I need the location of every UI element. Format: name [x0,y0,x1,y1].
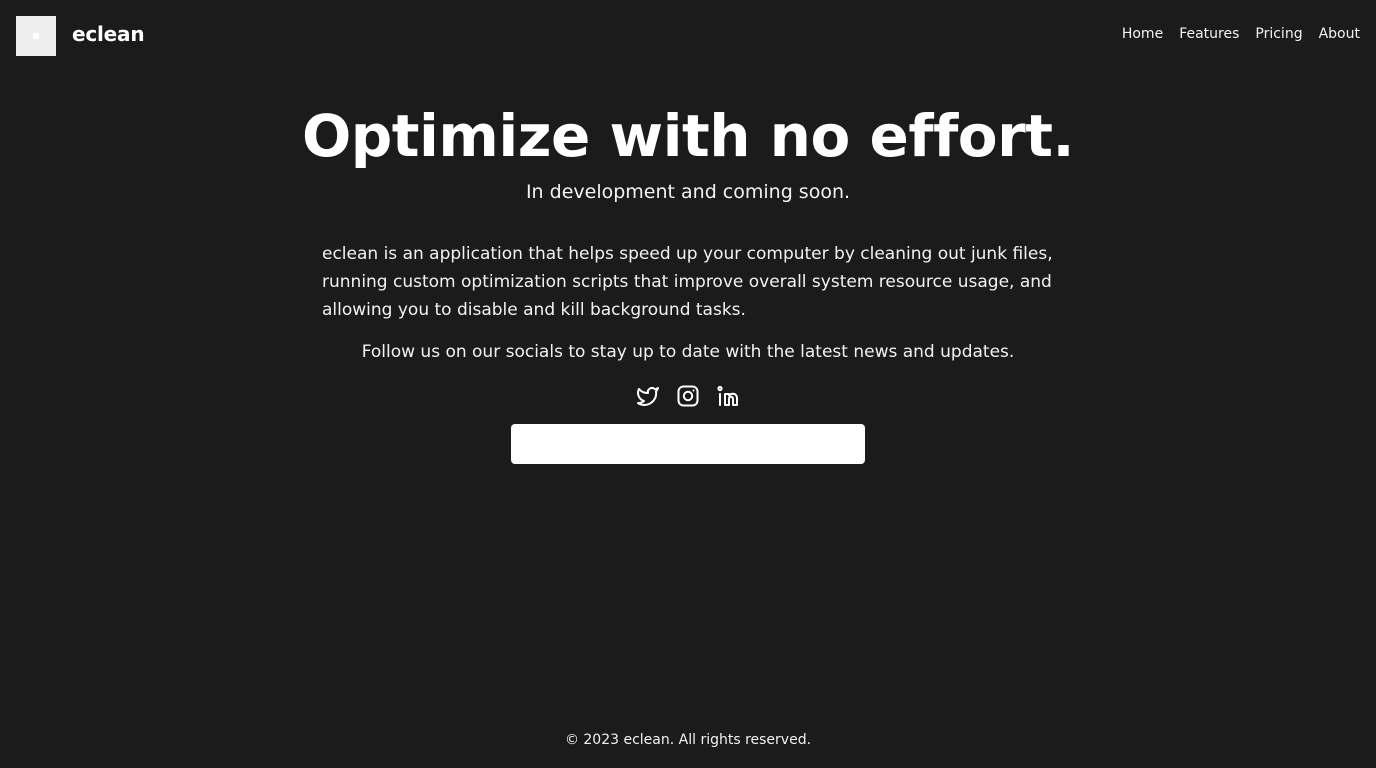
nav-link-about[interactable]: About [1319,26,1360,42]
signup-input[interactable] [511,424,865,464]
hero-subtitle: In development and coming soon. [525,181,851,203]
linkedin-link[interactable] [716,382,740,410]
logo-mark-icon [33,33,39,39]
instagram-link[interactable] [676,382,700,410]
brand-name[interactable]: eclean [72,22,145,46]
instagram-icon [677,385,699,407]
nav-link-pricing[interactable]: Pricing [1255,26,1302,42]
product-description: eclean is an application that helps spee… [322,244,1053,320]
twitter-link[interactable] [636,382,660,410]
linkedin-icon [717,385,738,406]
nav-link-features[interactable]: Features [1179,26,1239,42]
follow-text: Follow us on our socials to stay up to d… [361,342,1015,362]
logo[interactable] [16,16,56,56]
twitter-icon [637,387,659,406]
social-links [0,382,1376,410]
footer-copyright: © 2023 eclean. All rights reserved. [564,732,812,748]
page: eclean Home Features Pricing About Optim… [0,0,1376,768]
hero-title: Optimize with no effort. [301,102,1075,170]
site-header: eclean Home Features Pricing About [0,0,1376,72]
nav-link-home[interactable]: Home [1122,26,1163,42]
main-nav: Home Features Pricing About [1122,26,1360,42]
